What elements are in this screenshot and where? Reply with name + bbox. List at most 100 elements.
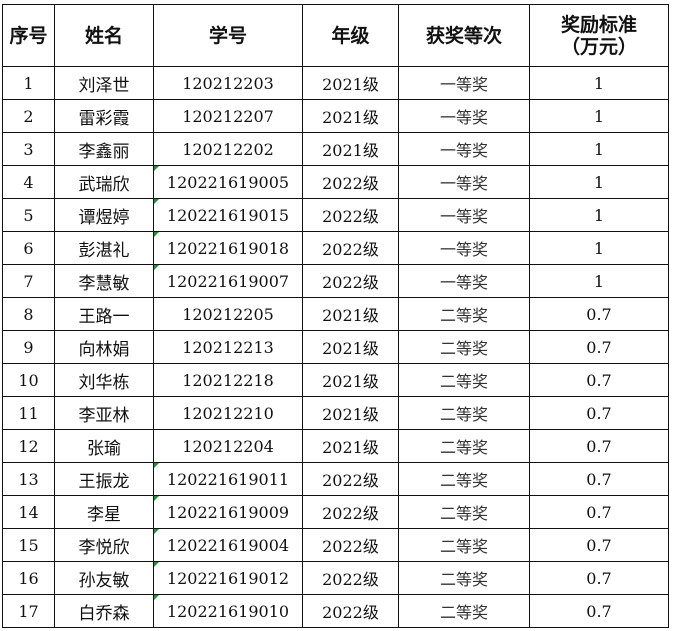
table-row: 10 刘华栋 120212218 2021级 二等奖 0.7	[2, 363, 669, 397]
cell-amount: 1	[529, 198, 669, 232]
cell-index: 5	[2, 198, 55, 232]
header-student-id: 学号	[153, 4, 303, 67]
cell-name: 雷彩霞	[54, 99, 154, 133]
cell-award-level: 二等奖	[398, 330, 530, 364]
cell-grade: 2021级	[302, 429, 399, 463]
cell-name: 王路一	[54, 297, 154, 331]
cell-grade: 2021级	[302, 297, 399, 331]
cell-grade: 2022级	[302, 462, 399, 496]
cell-index: 12	[2, 429, 55, 463]
cell-amount: 0.7	[529, 396, 669, 430]
cell-name: 李鑫丽	[54, 132, 154, 166]
cell-student-id: 120221619015	[153, 198, 303, 232]
cell-amount: 0.7	[529, 495, 669, 529]
cell-amount: 1	[529, 264, 669, 298]
header-row: 序号 姓名 学号 年级 获奖等次 奖励标准 （万元）	[2, 4, 669, 67]
cell-amount: 1	[529, 231, 669, 265]
cell-amount: 0.7	[529, 462, 669, 496]
cell-name: 武瑞欣	[54, 165, 154, 199]
cell-grade: 2021级	[302, 330, 399, 364]
header-amount-line2: （万元）	[560, 35, 637, 58]
cell-student-id: 120212213	[153, 330, 303, 364]
header-amount: 奖励标准 （万元）	[529, 4, 669, 67]
cell-award-level: 一等奖	[398, 99, 530, 133]
table-row: 5 谭煜婷 120221619015 2022级 一等奖 1	[2, 198, 669, 232]
cell-amount: 0.7	[529, 330, 669, 364]
cell-grade: 2021级	[302, 132, 399, 166]
cell-amount: 0.7	[529, 528, 669, 562]
table-row: 6 彭湛礼 120221619018 2022级 一等奖 1	[2, 231, 669, 265]
cell-amount: 0.7	[529, 594, 669, 628]
cell-grade: 2022级	[302, 165, 399, 199]
cell-name: 彭湛礼	[54, 231, 154, 265]
cell-grade: 2022级	[302, 198, 399, 232]
cell-index: 17	[2, 594, 55, 628]
cell-index: 1	[2, 66, 55, 100]
table-row: 1 刘泽世 120212203 2021级 一等奖 1	[2, 66, 669, 100]
cell-index: 10	[2, 363, 55, 397]
table-row: 15 李悦欣 120221619004 2022级 二等奖 0.7	[2, 528, 669, 562]
cell-name: 李星	[54, 495, 154, 529]
cell-index: 13	[2, 462, 55, 496]
cell-name: 李慧敏	[54, 264, 154, 298]
cell-award-level: 二等奖	[398, 462, 530, 496]
cell-grade: 2021级	[302, 396, 399, 430]
table-row: 7 李慧敏 120221619007 2022级 一等奖 1	[2, 264, 669, 298]
cell-award-level: 一等奖	[398, 231, 530, 265]
cell-student-id: 120212210	[153, 396, 303, 430]
cell-grade: 2022级	[302, 264, 399, 298]
cell-amount: 1	[529, 165, 669, 199]
table-row: 16 孙友敏 120221619012 2022级 二等奖 0.7	[2, 561, 669, 595]
cell-name: 王振龙	[54, 462, 154, 496]
table-row: 4 武瑞欣 120221619005 2022级 一等奖 1	[2, 165, 669, 199]
cell-award-level: 二等奖	[398, 594, 530, 628]
table-row: 13 王振龙 120221619011 2022级 二等奖 0.7	[2, 462, 669, 496]
cell-award-level: 一等奖	[398, 198, 530, 232]
cell-student-id: 120221619010	[153, 594, 303, 628]
cell-grade: 2022级	[302, 594, 399, 628]
table-row: 9 向林娟 120212213 2021级 二等奖 0.7	[2, 330, 669, 364]
cell-grade: 2022级	[302, 528, 399, 562]
cell-award-level: 二等奖	[398, 561, 530, 595]
table-row: 12 张瑜 120212204 2021级 二等奖 0.7	[2, 429, 669, 463]
cell-index: 15	[2, 528, 55, 562]
cell-grade: 2021级	[302, 66, 399, 100]
cell-index: 11	[2, 396, 55, 430]
cell-award-level: 二等奖	[398, 495, 530, 529]
cell-student-id: 120221619009	[153, 495, 303, 529]
cell-amount: 1	[529, 132, 669, 166]
cell-amount: 0.7	[529, 297, 669, 331]
cell-student-id: 120212218	[153, 363, 303, 397]
cell-student-id: 120221619007	[153, 264, 303, 298]
cell-award-level: 二等奖	[398, 363, 530, 397]
cell-name: 向林娟	[54, 330, 154, 364]
cell-student-id: 120221619004	[153, 528, 303, 562]
cell-award-level: 一等奖	[398, 132, 530, 166]
cell-grade: 2021级	[302, 363, 399, 397]
cell-award-level: 一等奖	[398, 165, 530, 199]
table-row: 8 王路一 120212205 2021级 二等奖 0.7	[2, 297, 669, 331]
cell-name: 谭煜婷	[54, 198, 154, 232]
cell-index: 14	[2, 495, 55, 529]
cell-amount: 0.7	[529, 561, 669, 595]
cell-index: 7	[2, 264, 55, 298]
cell-student-id: 120221619018	[153, 231, 303, 265]
cell-student-id: 120212202	[153, 132, 303, 166]
cell-student-id: 120221619012	[153, 561, 303, 595]
table-row: 3 李鑫丽 120212202 2021级 一等奖 1	[2, 132, 669, 166]
table-row: 17 白乔森 120221619010 2022级 二等奖 0.7	[2, 594, 669, 628]
table-row: 2 雷彩霞 120212207 2021级 一等奖 1	[2, 99, 669, 133]
header-grade: 年级	[302, 4, 399, 67]
cell-name: 李悦欣	[54, 528, 154, 562]
cell-grade: 2021级	[302, 99, 399, 133]
cell-grade: 2022级	[302, 495, 399, 529]
cell-student-id: 120212204	[153, 429, 303, 463]
cell-index: 3	[2, 132, 55, 166]
award-table: 序号 姓名 学号 年级 获奖等次 奖励标准 （万元） 1 刘泽世 1202122…	[2, 4, 669, 628]
cell-award-level: 二等奖	[398, 429, 530, 463]
cell-index: 8	[2, 297, 55, 331]
cell-grade: 2022级	[302, 231, 399, 265]
cell-award-level: 二等奖	[398, 396, 530, 430]
header-award-level: 获奖等次	[398, 4, 530, 67]
cell-grade: 2022级	[302, 561, 399, 595]
